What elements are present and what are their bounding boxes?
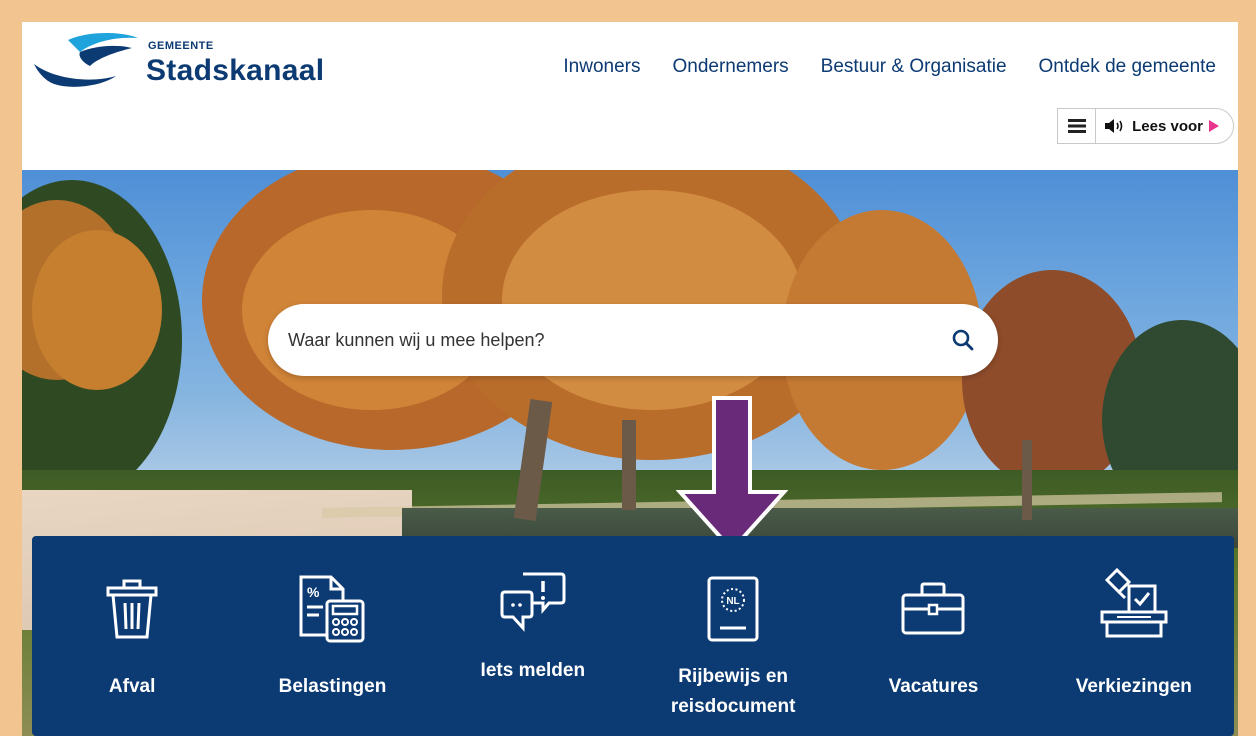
speaker-icon — [1105, 119, 1123, 133]
nav-item-ondernemers[interactable]: Ondernemers — [672, 56, 788, 78]
play-icon — [1209, 120, 1219, 132]
tile-iets-melden[interactable]: Iets melden — [433, 536, 633, 736]
site-logo[interactable]: GEMEENTE Stadskanaal — [32, 28, 332, 98]
trash-icon — [97, 574, 167, 644]
tile-label: Rijbewijs en reisdocument — [633, 662, 833, 722]
search-bar — [268, 304, 998, 376]
briefcase-icon — [898, 574, 968, 644]
tile-belastingen[interactable]: % Belastingen — [232, 536, 432, 736]
logo-title: Stadskanaal — [146, 54, 325, 87]
site-header: GEMEENTE Stadskanaal Inwoners Ondernemer… — [22, 22, 1238, 170]
read-aloud-label: Lees voor — [1132, 117, 1203, 135]
search-button[interactable] — [950, 327, 976, 353]
tile-rijbewijs[interactable]: NL Rijbewijs en reisdocument — [633, 536, 833, 736]
chat-alert-icon — [498, 566, 568, 636]
tree-trunk — [622, 420, 636, 510]
main-nav: Inwoners Ondernemers Bestuur & Organisat… — [563, 56, 1216, 78]
tile-afval[interactable]: Afval — [32, 536, 232, 736]
tile-label-line1: Rijbewijs en — [678, 666, 789, 687]
tile-label: Verkiezingen — [1075, 676, 1192, 697]
tile-label: Vacatures — [888, 676, 979, 697]
hamburger-icon — [1067, 119, 1086, 133]
read-aloud-button[interactable]: Lees voor — [1096, 109, 1233, 143]
svg-text:%: % — [307, 584, 320, 600]
tile-label: Belastingen — [278, 676, 387, 697]
read-aloud-bar: Lees voor — [1057, 108, 1234, 144]
logo-subtitle: GEMEENTE — [148, 40, 214, 52]
tile-vacatures[interactable]: Vacatures — [833, 536, 1033, 736]
highlight-arrow — [676, 396, 788, 553]
search-icon — [952, 329, 974, 351]
tree-center — [502, 190, 802, 410]
tile-label: Iets melden — [480, 660, 586, 681]
tile-label-line2: reisdocument — [670, 696, 796, 717]
quick-links-panel: Afval % Belastingen Iets melden NL Rijbe… — [32, 536, 1234, 736]
readbar-menu-button[interactable] — [1058, 109, 1097, 143]
tree-orange — [32, 230, 162, 390]
page-frame: GEMEENTE Stadskanaal Inwoners Ondernemer… — [22, 22, 1238, 736]
search-input[interactable] — [288, 329, 950, 351]
tile-verkiezingen[interactable]: Verkiezingen — [1034, 536, 1234, 736]
tax-calculator-icon: % — [297, 574, 367, 644]
logo-wave-icon — [34, 33, 138, 87]
tree-trunk — [1022, 440, 1032, 520]
nav-item-ontdek[interactable]: Ontdek de gemeente — [1039, 56, 1216, 78]
passport-icon-text: NL — [726, 596, 739, 607]
tile-label: Afval — [108, 676, 156, 697]
hero-banner: Afval % — [22, 170, 1238, 736]
nav-item-bestuur[interactable]: Bestuur & Organisatie — [821, 56, 1007, 78]
passport-icon: NL — [698, 574, 768, 644]
nav-item-inwoners[interactable]: Inwoners — [563, 56, 640, 78]
ballot-box-icon — [1099, 567, 1169, 638]
